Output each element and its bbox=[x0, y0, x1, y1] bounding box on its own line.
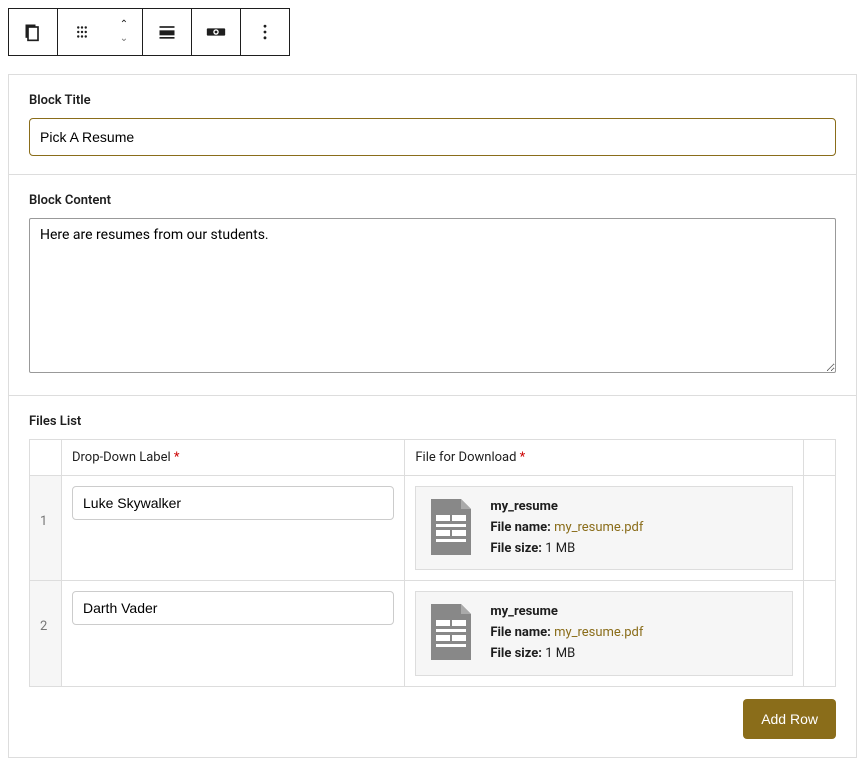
col-num-header bbox=[30, 440, 62, 476]
row-number[interactable]: 2 bbox=[30, 581, 62, 686]
add-row-button[interactable]: Add Row bbox=[743, 699, 836, 739]
file-meta: my_resume File name: my_resume.pdf File si… bbox=[490, 602, 643, 664]
align-button[interactable] bbox=[143, 9, 191, 55]
document-icon bbox=[426, 497, 476, 557]
required-indicator: * bbox=[520, 450, 526, 465]
move-up-button[interactable]: ⌃ bbox=[120, 20, 128, 30]
row-action-cell[interactable] bbox=[804, 581, 836, 686]
block-title-input[interactable] bbox=[29, 118, 836, 156]
move-down-button[interactable]: ⌄ bbox=[120, 34, 128, 44]
file-title: my_resume bbox=[490, 602, 643, 623]
file-cell: my_resume File name: my_resume.pdf File si… bbox=[405, 581, 804, 686]
block-content-textarea[interactable] bbox=[29, 218, 836, 373]
block-editor-panel: Block Title Block Content Files List Dro… bbox=[8, 74, 857, 758]
eye-icon bbox=[205, 21, 227, 43]
col-file-header: File for Download * bbox=[405, 440, 804, 476]
file-name-link[interactable]: my_resume.pdf bbox=[554, 520, 643, 535]
files-list-section: Files List Drop-Down Label * File for Do… bbox=[9, 396, 856, 757]
block-toolbar: ⌃ ⌄ bbox=[8, 8, 290, 56]
block-mover: ⌃ ⌄ bbox=[106, 9, 142, 55]
more-options-button[interactable] bbox=[241, 9, 289, 55]
col-dropdown-header: Drop-Down Label * bbox=[62, 440, 405, 476]
file-size-label: File size: bbox=[490, 541, 542, 556]
file-card[interactable]: my_resume File name: my_resume.pdf File si… bbox=[415, 591, 793, 675]
dropdown-label-cell bbox=[62, 476, 405, 581]
more-vertical-icon bbox=[255, 22, 275, 42]
file-meta: my_resume File name: my_resume.pdf File si… bbox=[490, 497, 643, 559]
files-list-label: Files List bbox=[29, 414, 836, 429]
file-size-value: 1 MB bbox=[545, 646, 575, 661]
required-indicator: * bbox=[174, 450, 180, 465]
row-number[interactable]: 1 bbox=[30, 476, 62, 581]
file-card[interactable]: my_resume File name: my_resume.pdf File si… bbox=[415, 486, 793, 570]
file-name-link[interactable]: my_resume.pdf bbox=[554, 625, 643, 640]
file-size-value: 1 MB bbox=[545, 541, 575, 556]
block-title-section: Block Title bbox=[9, 75, 856, 175]
file-name-label: File name: bbox=[490, 520, 550, 535]
file-cell: my_resume File name: my_resume.pdf File si… bbox=[405, 476, 804, 581]
block-type-button[interactable] bbox=[9, 9, 57, 55]
drag-icon bbox=[73, 23, 91, 41]
block-content-section: Block Content bbox=[9, 175, 856, 396]
table-row: 2 my_resume File name: my_resume.pdf File s… bbox=[30, 581, 836, 686]
visibility-button[interactable] bbox=[192, 9, 240, 55]
table-row: 1 my_resume File name: my_resume.pdf File s… bbox=[30, 476, 836, 581]
align-icon bbox=[157, 22, 177, 42]
document-icon bbox=[426, 602, 476, 662]
files-table: Drop-Down Label * File for Download * 1 m… bbox=[29, 439, 836, 687]
drag-handle-button[interactable] bbox=[58, 9, 106, 55]
dropdown-label-cell bbox=[62, 581, 405, 686]
block-content-label: Block Content bbox=[29, 193, 836, 208]
block-title-label: Block Title bbox=[29, 93, 836, 108]
dropdown-label-input[interactable] bbox=[72, 486, 394, 520]
file-name-label: File name: bbox=[490, 625, 550, 640]
col-action-header bbox=[804, 440, 836, 476]
row-action-cell[interactable] bbox=[804, 476, 836, 581]
file-title: my_resume bbox=[490, 497, 643, 518]
file-size-label: File size: bbox=[490, 646, 542, 661]
dropdown-label-input[interactable] bbox=[72, 591, 394, 625]
block-type-icon bbox=[23, 22, 43, 42]
